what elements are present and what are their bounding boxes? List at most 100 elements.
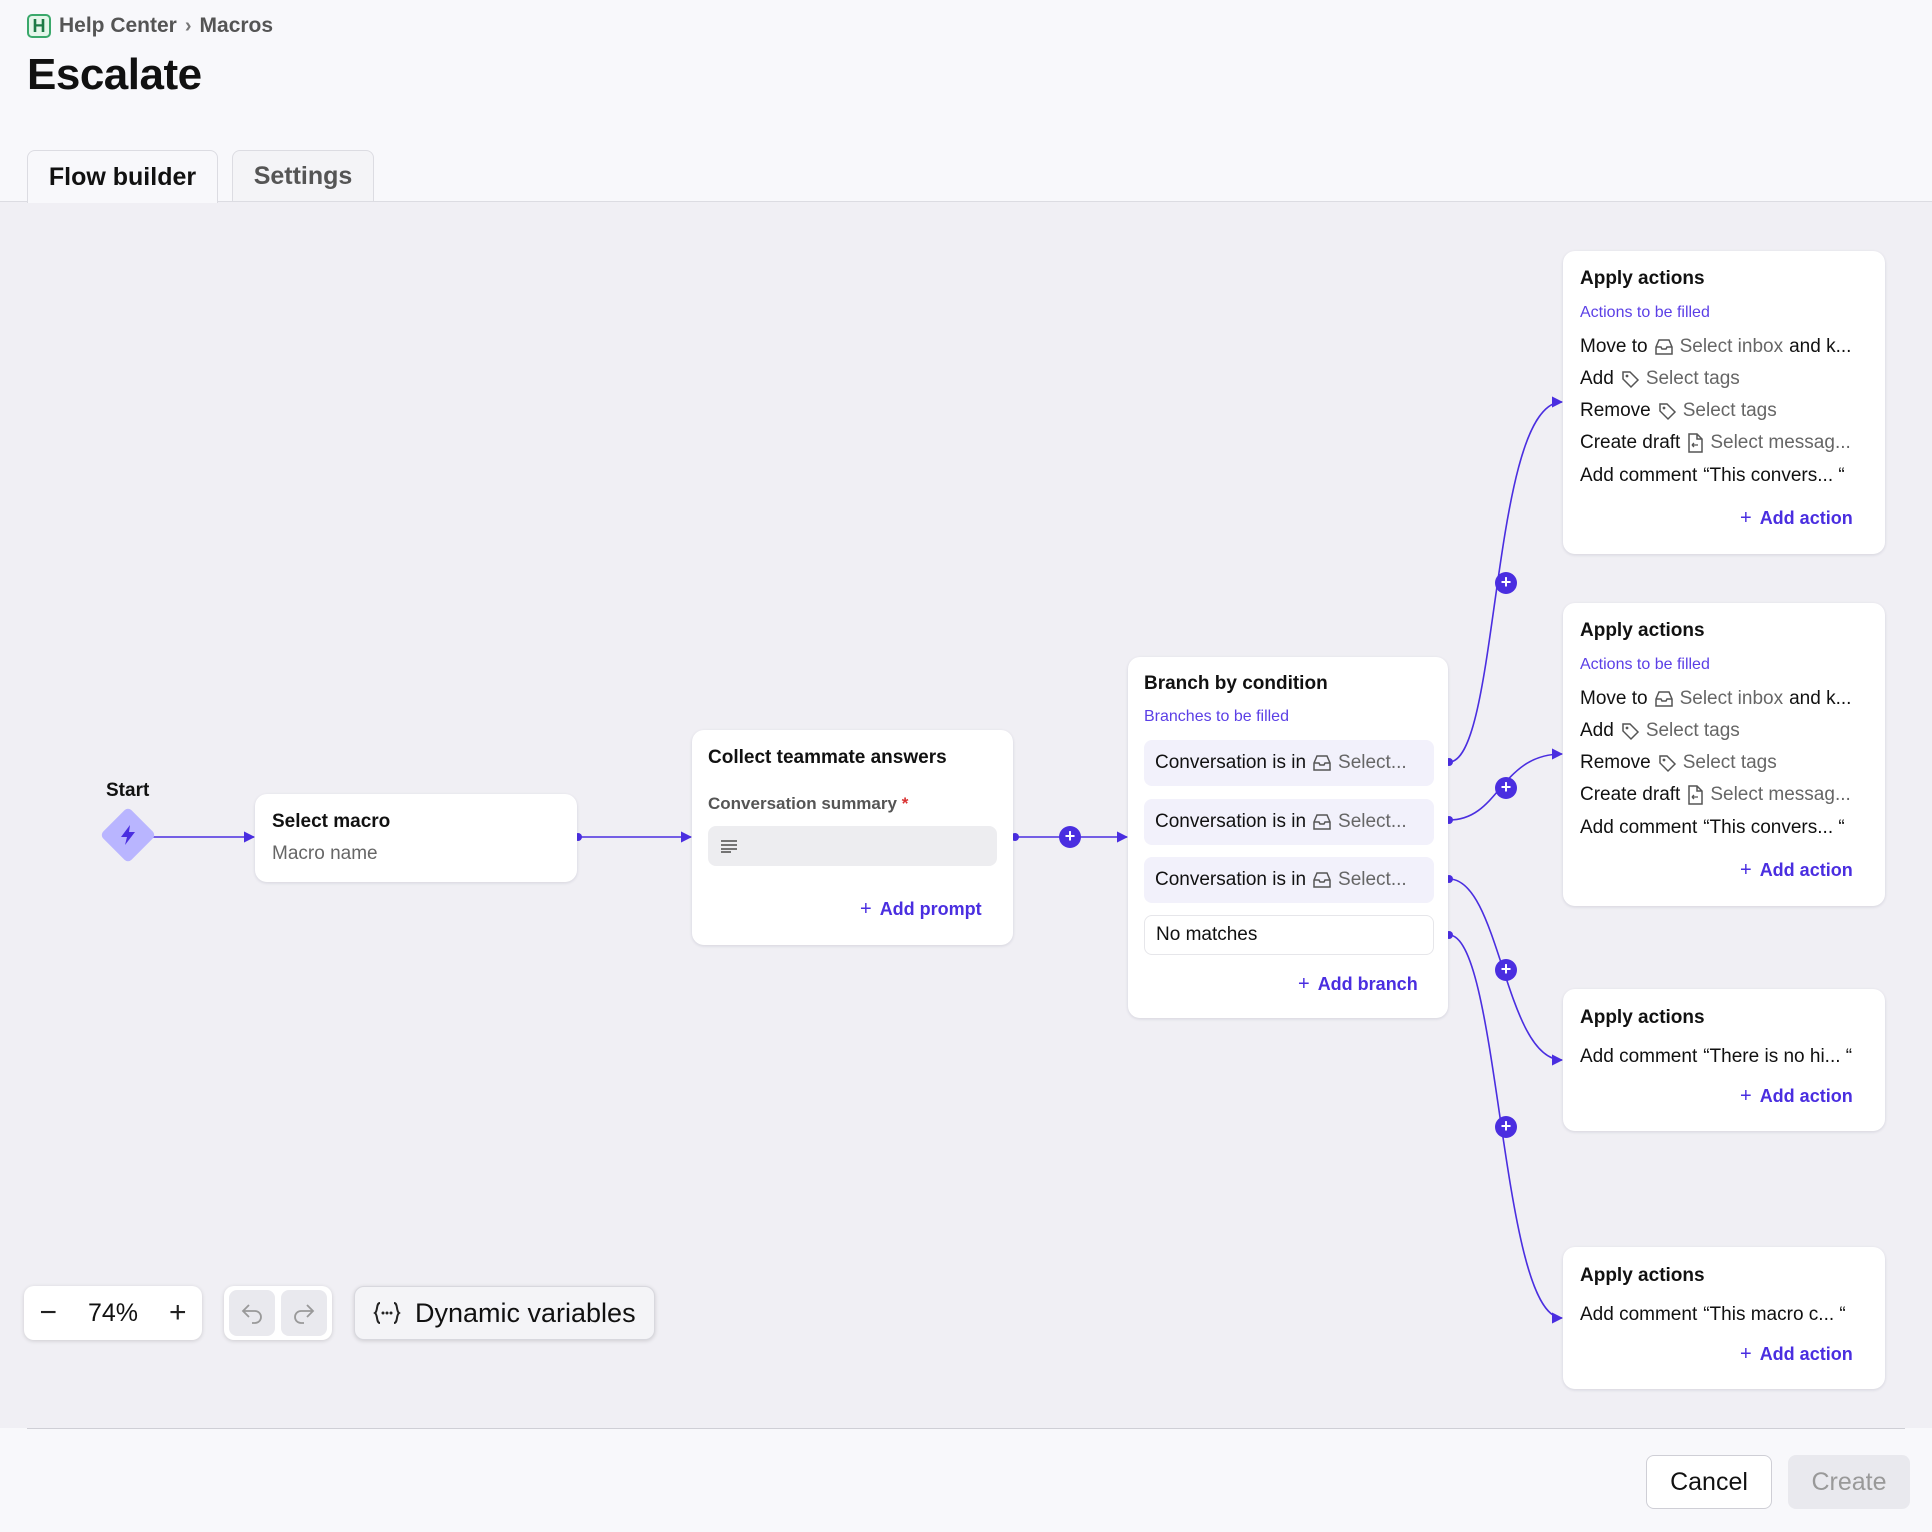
no-matches-row[interactable]: No matches	[1144, 915, 1434, 955]
action-move-to[interactable]: Move to Select inbox and k...	[1580, 334, 1871, 360]
collect-answers-node[interactable]: Collect teammate answers Conversation su…	[692, 730, 1013, 945]
action-value[interactable]: Select tags	[1683, 752, 1777, 774]
action-value[interactable]: Select inbox	[1680, 336, 1784, 358]
action-value[interactable]: “This macro c... “	[1703, 1304, 1846, 1326]
tab-settings[interactable]: Settings	[232, 150, 374, 202]
add-action-button[interactable]: + Add action	[1740, 1343, 1853, 1366]
action-verb: Add	[1580, 368, 1614, 389]
macro-name-placeholder[interactable]: Macro name	[272, 843, 378, 865]
action-remove-tags[interactable]: Remove Select tags	[1580, 750, 1871, 776]
action-add-tags[interactable]: Add Select tags	[1580, 366, 1871, 392]
add-action-button[interactable]: + Add action	[1740, 507, 1853, 530]
action-verb: Add comment	[1580, 1046, 1698, 1067]
action-value[interactable]: “There is no hi... “	[1703, 1046, 1852, 1068]
action-move-to[interactable]: Move to Select inbox and k...	[1580, 686, 1871, 712]
apply-actions-node[interactable]: Apply actions Actions to be filled Move …	[1563, 603, 1885, 906]
footer-divider	[27, 1428, 1905, 1429]
action-value[interactable]: “This convers... “	[1703, 817, 1844, 839]
add-branch-button[interactable]: + Add branch	[1298, 973, 1418, 996]
action-remove-tags[interactable]: Remove Select tags	[1580, 398, 1871, 424]
apply-actions-node[interactable]: Apply actions Actions to be filled Move …	[1563, 251, 1885, 554]
action-create-draft[interactable]: Create draft Select messag...	[1580, 430, 1871, 456]
text-lines-icon	[721, 840, 737, 853]
page-title: Escalate	[27, 50, 202, 99]
node-title: Apply actions	[1580, 268, 1705, 289]
action-value[interactable]: Select messag...	[1710, 784, 1850, 806]
insert-step-button[interactable]: +	[1495, 572, 1517, 594]
undo-button[interactable]	[229, 1290, 275, 1336]
apply-actions-node[interactable]: Apply actions Add comment “This macro c.…	[1563, 1247, 1885, 1389]
condition-text: Conversation is in	[1155, 869, 1307, 890]
actions-status: Actions to be filled	[1580, 304, 1710, 321]
node-title: Select macro	[272, 811, 391, 832]
message-template-icon	[1688, 785, 1704, 805]
action-add-comment[interactable]: Add comment “This convers... “	[1580, 815, 1871, 841]
action-value[interactable]: Select tags	[1646, 368, 1740, 390]
action-value[interactable]: Select messag...	[1710, 432, 1850, 454]
action-add-tags[interactable]: Add Select tags	[1580, 718, 1871, 744]
apply-actions-node[interactable]: Apply actions Add comment “There is no h…	[1563, 989, 1885, 1131]
branch-condition-row[interactable]: Conversation is in Select...	[1144, 799, 1434, 845]
dynamic-variables-label: Dynamic variables	[415, 1297, 636, 1328]
add-action-label: Add action	[1759, 508, 1853, 528]
action-value[interactable]: Select inbox	[1680, 688, 1784, 710]
condition-value[interactable]: Select...	[1338, 869, 1407, 891]
breadcrumb-root[interactable]: Help Center	[59, 14, 177, 38]
branch-condition-row[interactable]: Conversation is in Select...	[1144, 857, 1434, 903]
redo-button[interactable]	[281, 1290, 327, 1336]
action-create-draft[interactable]: Create draft Select messag...	[1580, 782, 1871, 808]
lightning-icon	[121, 825, 135, 845]
tag-icon	[1659, 755, 1676, 773]
plus-icon: +	[1740, 507, 1752, 529]
chevron-right-icon: ›	[184, 14, 192, 37]
action-add-comment[interactable]: Add comment “This macro c... “	[1580, 1302, 1871, 1328]
action-extra: and k...	[1789, 688, 1852, 709]
create-button[interactable]: Create	[1788, 1455, 1910, 1509]
action-verb: Create draft	[1580, 784, 1681, 805]
no-matches-label: No matches	[1156, 924, 1258, 945]
zoom-out-button[interactable]: −	[39, 1296, 57, 1330]
action-value[interactable]: Select tags	[1683, 400, 1777, 422]
field-label: Conversation summary *	[708, 794, 908, 814]
add-prompt-label: Add prompt	[879, 899, 982, 919]
conversation-summary-field[interactable]	[708, 826, 997, 866]
action-verb: Add comment	[1580, 817, 1698, 838]
zoom-in-button[interactable]: +	[169, 1296, 187, 1330]
condition-value[interactable]: Select...	[1338, 811, 1407, 833]
message-template-icon	[1688, 433, 1704, 453]
redo-icon	[294, 1304, 315, 1324]
tab-flow-builder[interactable]: Flow builder	[27, 150, 218, 203]
tag-icon	[1659, 403, 1676, 421]
inbox-icon	[1313, 814, 1331, 830]
tag-icon	[1622, 723, 1639, 741]
plus-icon: +	[1740, 1343, 1752, 1365]
branch-condition-row[interactable]: Conversation is in Select...	[1144, 740, 1434, 786]
branch-node[interactable]: Branch by condition Branches to be fille…	[1128, 657, 1448, 1018]
undo-icon	[241, 1304, 262, 1324]
select-macro-node[interactable]: Select macro Macro name	[255, 794, 577, 882]
dynamic-variables-button[interactable]: Dynamic variables	[354, 1286, 655, 1340]
history-controls	[224, 1286, 332, 1340]
add-branch-label: Add branch	[1317, 974, 1418, 994]
action-value[interactable]: “This convers... “	[1703, 465, 1844, 487]
breadcrumb-current[interactable]: Macros	[200, 14, 274, 38]
insert-step-button[interactable]: +	[1495, 777, 1517, 799]
cancel-button[interactable]: Cancel	[1646, 1455, 1772, 1509]
action-value[interactable]: Select tags	[1646, 720, 1740, 742]
condition-text: Conversation is in	[1155, 811, 1307, 832]
add-prompt-button[interactable]: + Add prompt	[860, 898, 982, 921]
action-verb: Create draft	[1580, 432, 1681, 453]
actions-status: Actions to be filled	[1580, 656, 1710, 673]
add-action-button[interactable]: + Add action	[1740, 1085, 1853, 1108]
node-title: Apply actions	[1580, 620, 1705, 641]
insert-step-button[interactable]: +	[1495, 959, 1517, 981]
flow-canvas[interactable]: + + + + + Start Select macro Macro name …	[0, 201, 1932, 1428]
action-extra: and k...	[1789, 336, 1852, 357]
action-add-comment[interactable]: Add comment “There is no hi... “	[1580, 1044, 1871, 1070]
insert-step-button[interactable]: +	[1059, 826, 1081, 848]
insert-step-button[interactable]: +	[1495, 1116, 1517, 1138]
add-action-label: Add action	[1759, 1344, 1853, 1364]
condition-value[interactable]: Select...	[1338, 752, 1407, 774]
add-action-button[interactable]: + Add action	[1740, 859, 1853, 882]
action-add-comment[interactable]: Add comment “This convers... “	[1580, 463, 1871, 489]
